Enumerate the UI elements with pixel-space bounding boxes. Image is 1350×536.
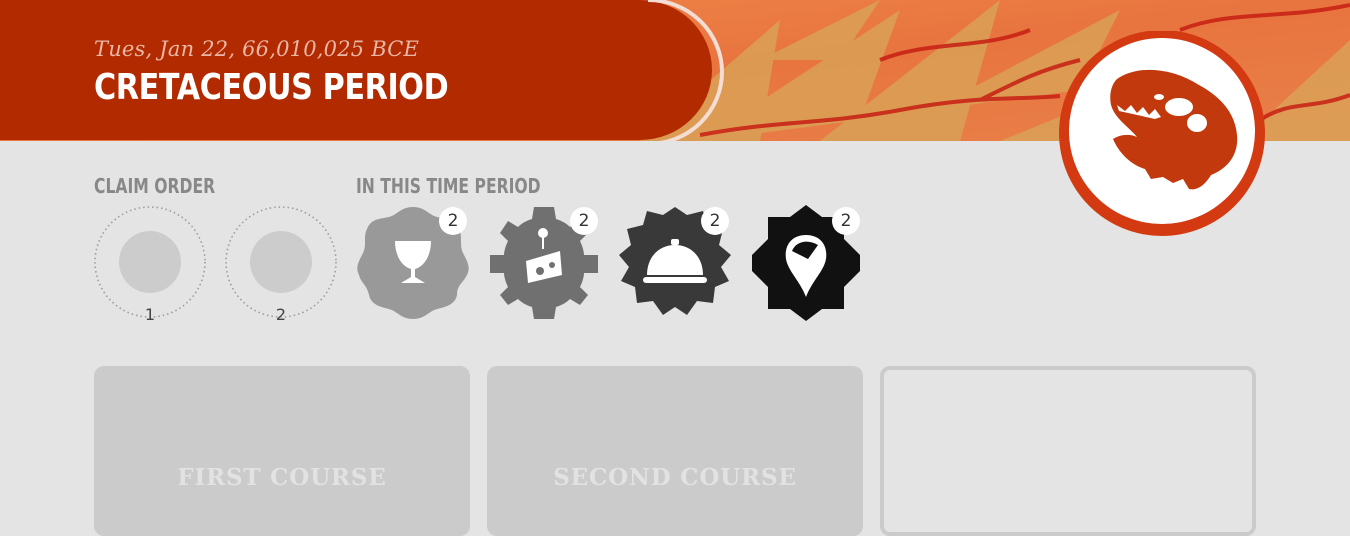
claim-slot-2[interactable]: 2 — [224, 205, 338, 325]
claim-slot-1[interactable]: 1 — [93, 205, 207, 325]
course-label: SECOND COURSE — [553, 464, 797, 491]
item-count-badge: 2 — [439, 207, 467, 235]
item-token-cloche[interactable]: 2 — [617, 205, 733, 321]
date-line: Tues, Jan 22, 66,010,025 BCE — [94, 37, 420, 61]
item-count-badge: 2 — [570, 207, 598, 235]
item-count-badge: 2 — [832, 207, 860, 235]
item-token-cheese[interactable]: 2 — [486, 205, 602, 321]
period-title: CRETACEOUS PERIOD — [94, 67, 449, 108]
t-rex-skull-icon — [1059, 31, 1265, 236]
empty-course-slot[interactable] — [880, 366, 1256, 536]
second-course-card[interactable]: SECOND COURSE — [487, 366, 863, 536]
claim-number: 2 — [275, 305, 287, 324]
claim-order-label: CLAIM ORDER — [94, 174, 216, 198]
item-count-badge: 2 — [701, 207, 729, 235]
item-token-egg-cup[interactable]: 2 — [355, 205, 471, 321]
header-text: Tues, Jan 22, 66,010,025 BCE CRETACEOUS … — [94, 36, 516, 108]
first-course-card[interactable]: FIRST COURSE — [94, 366, 470, 536]
claim-number: 1 — [144, 305, 156, 324]
course-label: FIRST COURSE — [177, 464, 387, 491]
time-period-label: IN THIS TIME PERIOD — [356, 174, 541, 198]
item-token-map-pin[interactable]: 2 — [748, 205, 864, 321]
